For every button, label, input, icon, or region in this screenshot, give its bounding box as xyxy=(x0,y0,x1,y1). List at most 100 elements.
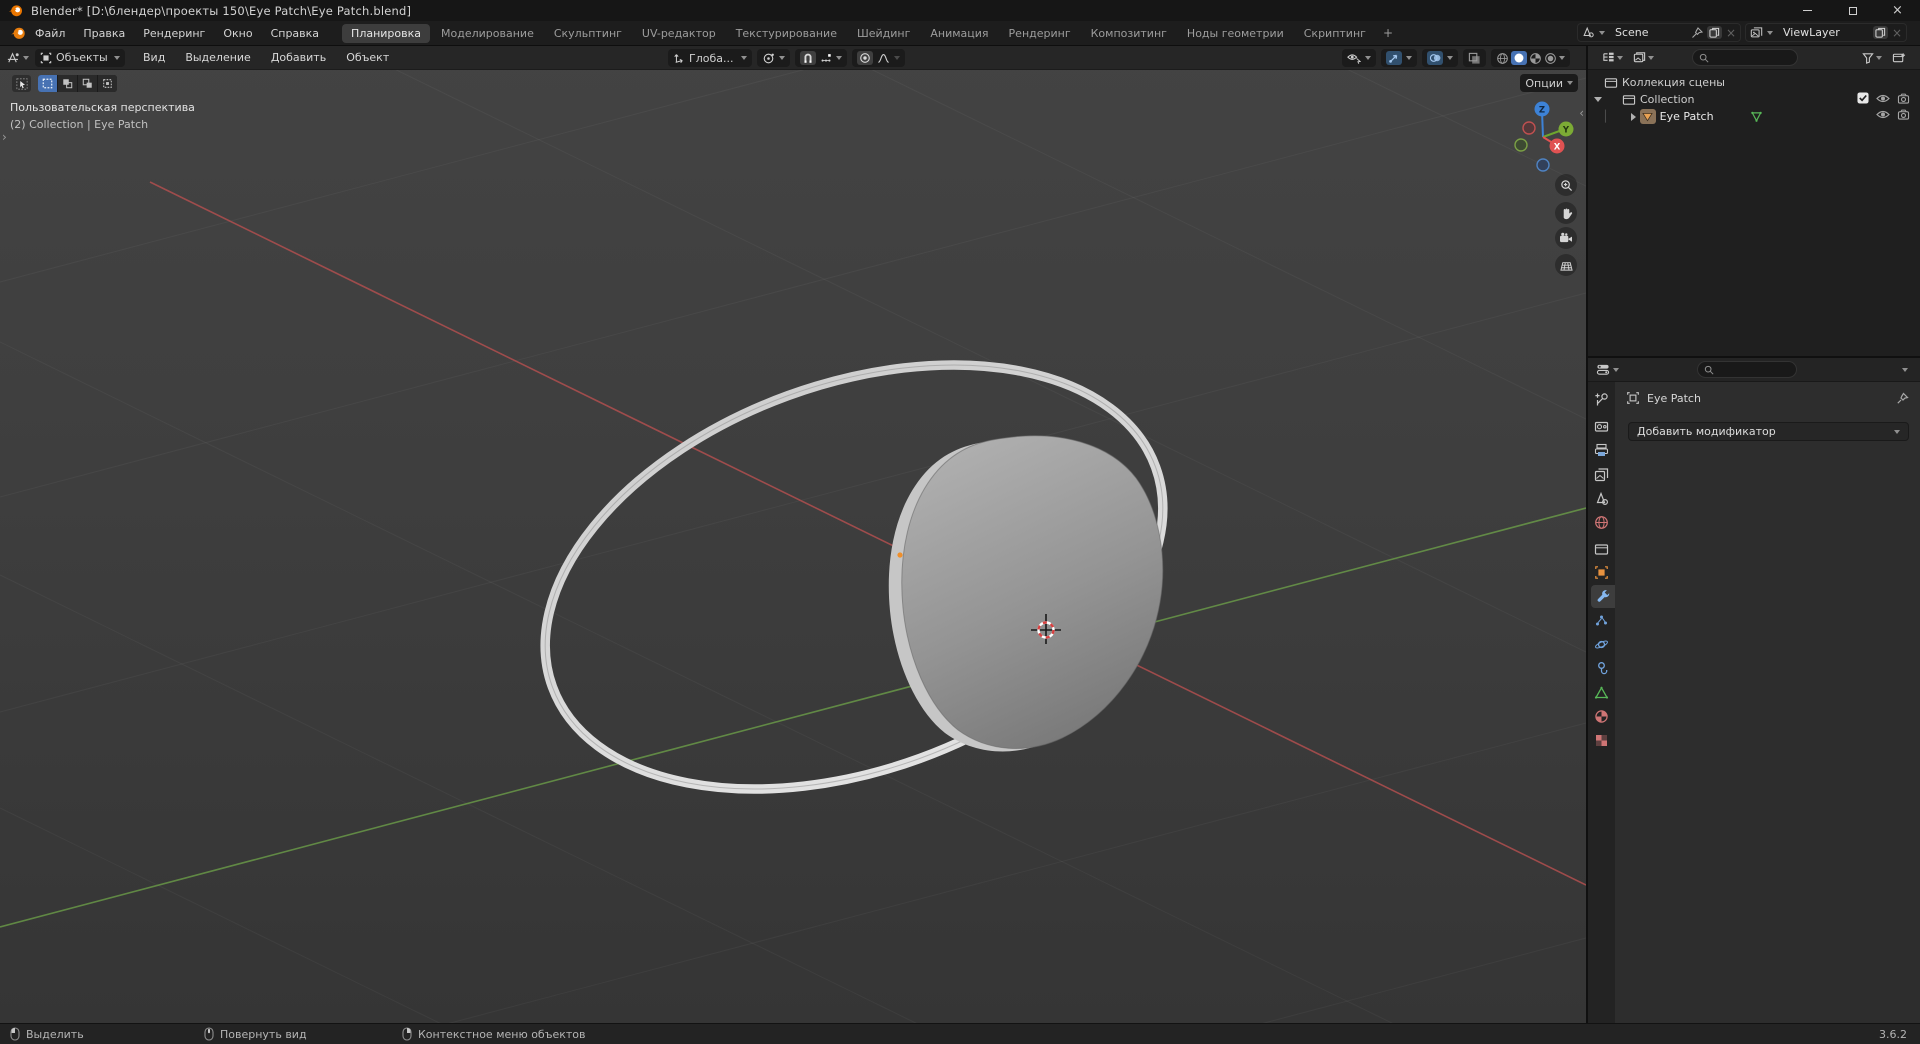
tab-output[interactable] xyxy=(1588,439,1615,462)
mode-dropdown[interactable]: Объекты xyxy=(35,48,125,67)
minimize-button[interactable] xyxy=(1785,0,1830,21)
select-mode-set-button[interactable] xyxy=(38,75,57,92)
tab-collection[interactable] xyxy=(1588,537,1615,560)
select-mode-invert-button[interactable] xyxy=(98,75,117,92)
tab-object[interactable] xyxy=(1588,561,1615,584)
viewport-3d[interactable]: Z Y X Объекты Вид Выделение Добавить Объ… xyxy=(0,46,1586,1023)
show-overlays-toggle[interactable] xyxy=(1427,51,1443,65)
options-dropdown[interactable]: Опции xyxy=(1520,74,1578,92)
tab-modeling[interactable]: Моделирование xyxy=(432,24,543,43)
tab-layout[interactable]: Планировка xyxy=(342,23,431,43)
tab-object-data[interactable] xyxy=(1588,681,1615,704)
gizmos-controls[interactable] xyxy=(1381,49,1417,67)
tab-texture[interactable] xyxy=(1588,729,1615,752)
show-gizmo-toggle[interactable] xyxy=(1386,51,1402,65)
tab-geometry-nodes[interactable]: Ноды геометрии xyxy=(1178,24,1293,43)
tab-uv-editing[interactable]: UV-редактор xyxy=(633,24,725,43)
shading-rendered-button[interactable] xyxy=(1544,52,1557,65)
menu-select[interactable]: Выделение xyxy=(175,51,261,64)
scene-selector[interactable]: Scene × xyxy=(1577,23,1741,42)
tab-texture-paint[interactable]: Текстурирование xyxy=(727,24,846,43)
pan-view-button[interactable] xyxy=(1555,202,1577,224)
maximize-button[interactable] xyxy=(1830,0,1875,21)
tab-tool[interactable] xyxy=(1588,388,1615,411)
pin-icon[interactable] xyxy=(1691,26,1703,39)
outliner-search-input[interactable] xyxy=(1692,49,1798,66)
camera-view-button[interactable] xyxy=(1555,227,1577,249)
tab-scene[interactable] xyxy=(1588,487,1615,510)
menu-render[interactable]: Рендеринг xyxy=(134,27,214,40)
pivot-point-dropdown[interactable] xyxy=(757,49,790,67)
navigation-gizmo[interactable]: Z Y X xyxy=(1514,101,1574,172)
select-mode-subtract-button[interactable] xyxy=(78,75,97,92)
tab-world[interactable] xyxy=(1588,511,1615,534)
disable-render-camera-icon[interactable] xyxy=(1897,109,1910,120)
add-modifier-dropdown[interactable]: Добавить модификатор xyxy=(1628,422,1909,441)
checkbox-icon[interactable] xyxy=(1857,92,1869,104)
blender-app-menu-icon[interactable] xyxy=(10,25,26,41)
menu-edit[interactable]: Правка xyxy=(74,27,134,40)
sidebar-collapse-arrow[interactable]: ‹ xyxy=(1579,106,1584,120)
xray-toggle[interactable] xyxy=(1463,49,1486,67)
tab-particles[interactable] xyxy=(1588,609,1615,632)
outliner-row-collection[interactable]: Collection xyxy=(1594,91,1694,108)
pin-id-icon[interactable] xyxy=(1896,392,1909,405)
tab-compositing[interactable]: Композитинг xyxy=(1082,24,1176,43)
properties-search-input[interactable] xyxy=(1697,361,1797,378)
proportional-edit-toggle[interactable] xyxy=(857,51,873,65)
tab-modifiers[interactable] xyxy=(1591,585,1615,608)
properties-options-chevron[interactable] xyxy=(1902,367,1908,372)
close-button[interactable]: × xyxy=(1875,0,1920,21)
shading-solid-button[interactable] xyxy=(1511,51,1527,65)
proportional-edit-controls[interactable] xyxy=(852,49,905,67)
expand-triangle[interactable] xyxy=(1630,112,1636,121)
select-mode-extend-button[interactable] xyxy=(58,75,77,92)
outliner-filter-id-dropdown[interactable] xyxy=(1633,51,1654,64)
hide-eye-icon[interactable] xyxy=(1876,109,1890,120)
collapse-triangle[interactable] xyxy=(1594,97,1602,102)
zoom-view-button[interactable] xyxy=(1555,174,1577,196)
shading-wireframe-button[interactable] xyxy=(1496,52,1509,65)
transform-orientation-dropdown[interactable]: Глоба... xyxy=(668,49,752,67)
add-workspace-button[interactable]: + xyxy=(1377,26,1399,40)
tab-scripting[interactable]: Скриптинг xyxy=(1295,24,1375,43)
snap-toggle[interactable] xyxy=(800,51,816,65)
tab-view-layer[interactable] xyxy=(1588,463,1615,486)
hide-eye-icon[interactable] xyxy=(1876,93,1890,104)
outliner-display-mode-dropdown[interactable] xyxy=(1602,51,1623,64)
tab-material[interactable] xyxy=(1588,705,1615,728)
tab-physics[interactable] xyxy=(1588,633,1615,656)
gizmo-axis-neg-y[interactable] xyxy=(1514,138,1528,152)
tab-constraints[interactable] xyxy=(1588,657,1615,680)
visibility-dropdown[interactable] xyxy=(1342,49,1376,67)
new-collection-button[interactable] xyxy=(1892,51,1906,64)
tab-animation[interactable]: Анимация xyxy=(921,24,997,43)
eyepatch-object[interactable] xyxy=(901,435,1164,749)
tab-sculpting[interactable]: Скульптинг xyxy=(545,24,631,43)
toolbar-expand-arrow[interactable]: › xyxy=(2,130,7,144)
outliner-row-eye-patch[interactable]: │ Eye Patch xyxy=(1602,108,1763,125)
tab-shading[interactable]: Шейдинг xyxy=(848,24,919,43)
new-scene-button[interactable] xyxy=(1706,26,1722,39)
toggle-perspective-button[interactable] xyxy=(1555,254,1577,276)
tweak-select-tool-button[interactable] xyxy=(12,75,31,92)
remove-view-layer-button[interactable]: × xyxy=(1892,26,1902,40)
tab-render[interactable] xyxy=(1588,415,1615,438)
tab-rendering[interactable]: Рендеринг xyxy=(1000,24,1080,43)
menu-help[interactable]: Справка xyxy=(262,27,328,40)
properties-editor-type-button[interactable] xyxy=(1596,363,1619,376)
menu-file[interactable]: Файл xyxy=(26,27,74,40)
editor-type-button[interactable] xyxy=(6,51,29,65)
snapping-controls[interactable] xyxy=(795,49,847,67)
overlays-controls[interactable] xyxy=(1422,49,1458,67)
gizmo-axis-neg-x[interactable] xyxy=(1522,121,1536,135)
shading-material-button[interactable] xyxy=(1529,52,1542,65)
menu-window[interactable]: Окно xyxy=(214,27,261,40)
view-layer-selector[interactable]: ViewLayer × xyxy=(1745,23,1907,42)
menu-view[interactable]: Вид xyxy=(133,51,175,64)
menu-object[interactable]: Объект xyxy=(336,51,399,64)
outliner-filter-dropdown[interactable] xyxy=(1862,52,1882,64)
gizmo-axis-neg-z[interactable] xyxy=(1536,158,1550,172)
menu-add[interactable]: Добавить xyxy=(261,51,336,64)
new-view-layer-button[interactable] xyxy=(1872,26,1888,39)
